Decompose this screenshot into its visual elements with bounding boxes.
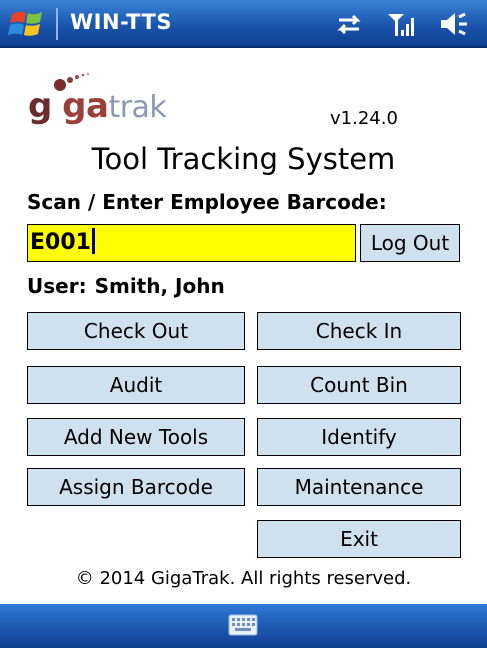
text-caret (91, 228, 95, 254)
logo-wordmark: g gatrak (28, 86, 167, 126)
maintenance-button[interactable]: Maintenance (257, 468, 461, 506)
app-title: WIN-TTS (70, 10, 172, 34)
user-label: User: (27, 274, 87, 298)
check-out-button[interactable]: Check Out (27, 312, 245, 350)
title-separator (56, 8, 58, 40)
volume-icon[interactable] (437, 8, 469, 40)
logo-part-3: trak (108, 90, 167, 125)
exit-button[interactable]: Exit (257, 520, 461, 558)
add-new-tools-button[interactable]: Add New Tools (27, 418, 245, 456)
logo-part-1: g (28, 86, 52, 126)
audit-button[interactable]: Audit (27, 366, 245, 404)
identify-button[interactable]: Identify (257, 418, 461, 456)
keyboard-icon[interactable] (228, 614, 258, 636)
check-in-button[interactable]: Check In (257, 312, 461, 350)
user-name: Smith, John (94, 274, 225, 298)
barcode-prompt: Scan / Enter Employee Barcode: (27, 190, 387, 214)
windows-start-icon[interactable] (6, 6, 50, 42)
employee-barcode-input[interactable]: E001 (27, 224, 356, 262)
copyright-notice: © 2014 GigaTrak. All rights reserved. (75, 568, 412, 589)
count-bin-button[interactable]: Count Bin (257, 366, 461, 404)
assign-barcode-button[interactable]: Assign Barcode (27, 468, 245, 506)
bottom-bar (0, 604, 487, 648)
gigatrak-logo: g gatrak (28, 72, 198, 132)
barcode-input-value: E001 (30, 230, 91, 255)
current-user: User: Smith, John (27, 274, 225, 298)
page-title: Tool Tracking System (91, 142, 396, 176)
signal-icon[interactable] (385, 8, 417, 40)
version-label: v1.24.0 (330, 108, 398, 129)
status-icons (333, 8, 469, 40)
title-bar: WIN-TTS (0, 0, 487, 48)
sync-icon[interactable] (333, 8, 365, 40)
logo-part-2: ga (62, 86, 109, 126)
logout-button[interactable]: Log Out (360, 224, 460, 262)
